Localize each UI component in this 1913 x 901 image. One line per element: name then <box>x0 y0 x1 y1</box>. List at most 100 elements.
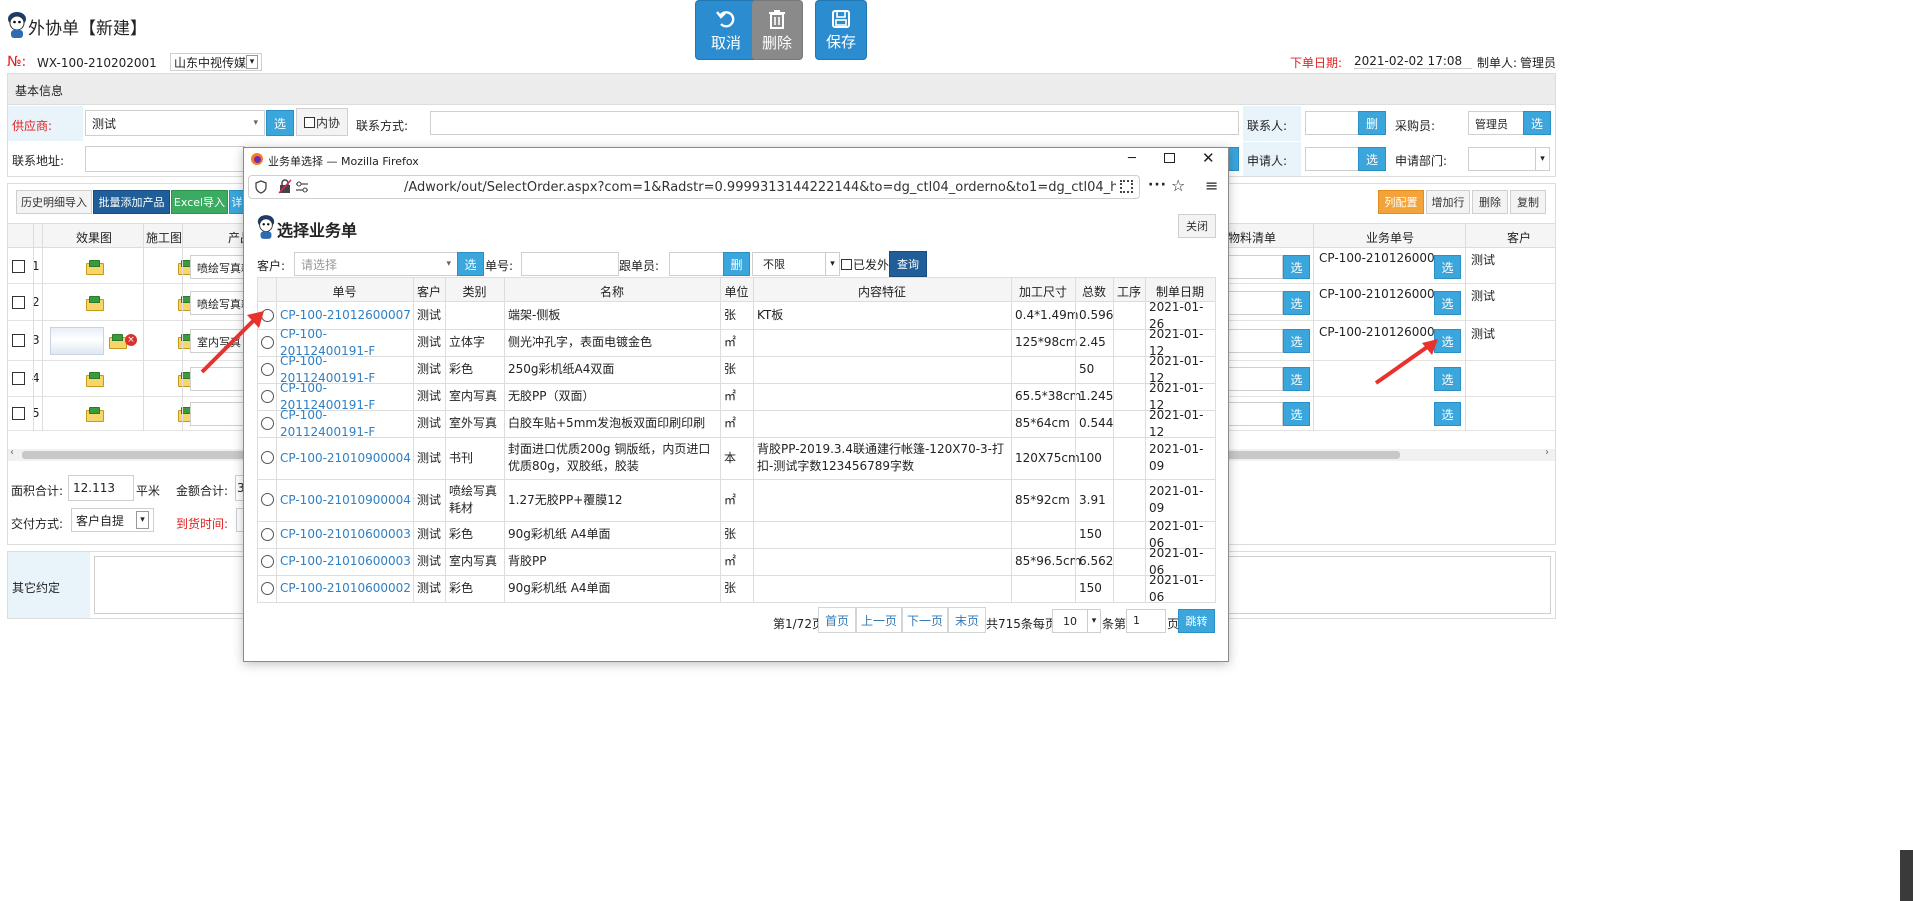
row-checkbox[interactable] <box>12 407 25 420</box>
effect-image-thumbnail[interactable] <box>50 327 104 355</box>
filter-customer-select[interactable]: 请选择 ▾ <box>294 252 458 276</box>
apply-dept-select[interactable]: ▾ <box>1468 147 1550 171</box>
history-import-button[interactable]: 历史明细导入 <box>16 190 92 214</box>
row-material-list-input[interactable] <box>1221 367 1283 391</box>
effect-image-upload-icon[interactable] <box>85 372 104 387</box>
filter-shipped-checkbox[interactable] <box>841 259 852 270</box>
company-select[interactable]: 山东中视传媒 ▾ <box>170 53 262 71</box>
scroll-left-arrow-icon[interactable]: ‹ <box>10 447 14 458</box>
purchaser-select-button[interactable]: 选 <box>1523 111 1551 135</box>
order-table-grid-line <box>753 278 754 602</box>
purchaser-input[interactable]: 管理员 <box>1468 111 1524 135</box>
filter-limit-select[interactable]: 不限 ▾ <box>752 252 840 276</box>
order-select-radio[interactable] <box>261 528 274 541</box>
delete-image-icon[interactable]: × <box>125 334 137 346</box>
add-row-button[interactable]: 增加行 <box>1426 190 1470 214</box>
batch-add-button[interactable]: 批量添加产品 <box>93 190 170 214</box>
order-cell-no[interactable]: CP-100-21010600003 <box>280 521 411 548</box>
order-cell-no[interactable]: CP-100-21010900004 <box>280 479 411 521</box>
applicant-select-button[interactable]: 选 <box>1358 147 1386 171</box>
row-product-input[interactable]: 喷绘写真耗 <box>190 255 246 279</box>
filter-follower-delete-button[interactable]: 删 <box>723 252 750 276</box>
contact-person-delete-button[interactable]: 删 <box>1358 111 1386 135</box>
scroll-right-arrow-icon[interactable]: › <box>1545 447 1549 458</box>
delete-row-button[interactable]: 删除 <box>1472 190 1508 214</box>
contact-person-input[interactable] <box>1305 111 1360 135</box>
order-cell-category <box>449 302 502 329</box>
filter-follower-input[interactable] <box>669 252 724 276</box>
order-select-radio[interactable] <box>261 582 274 595</box>
hamburger-menu-icon[interactable]: ≡ <box>1205 176 1218 195</box>
qr-code-icon[interactable] <box>1120 180 1133 193</box>
order-cell-no[interactable]: CP-100-21010600002 <box>280 575 411 602</box>
close-icon[interactable]: ✕ <box>1202 149 1215 167</box>
maximize-icon[interactable] <box>1164 153 1175 163</box>
area-total-input[interactable]: 12.113 <box>68 475 134 501</box>
order-select-radio[interactable] <box>261 451 274 464</box>
supplier-select-button[interactable]: 选 <box>266 110 294 136</box>
order-cell-process <box>1117 356 1143 383</box>
query-button[interactable]: 查询 <box>889 251 927 277</box>
order-select-radio[interactable] <box>261 493 274 506</box>
row-checkbox[interactable] <box>12 296 25 309</box>
row-product-input[interactable] <box>190 402 246 426</box>
order-select-radio[interactable] <box>261 390 274 403</box>
permissions-icon[interactable] <box>295 181 309 193</box>
trash-icon <box>769 9 785 29</box>
applicant-input[interactable] <box>1305 147 1360 171</box>
row-material-select-button[interactable]: 选 <box>1283 291 1310 315</box>
row-business-select-button[interactable]: 选 <box>1434 255 1461 279</box>
order-select-radio[interactable] <box>261 555 274 568</box>
order-select-radio[interactable] <box>261 417 274 430</box>
row-material-select-button[interactable]: 选 <box>1283 402 1310 426</box>
row-business-select-button[interactable]: 选 <box>1434 402 1461 426</box>
row-material-list-input[interactable] <box>1221 329 1283 353</box>
pager-first-button[interactable]: 首页 <box>818 607 856 633</box>
pager-next-button[interactable]: 下一页 <box>902 607 948 633</box>
column-config-button[interactable]: 列配置 <box>1378 190 1424 214</box>
copy-row-button[interactable]: 复制 <box>1510 190 1546 214</box>
other-agreement-label: 其它约定 <box>12 581 61 595</box>
internal-toggle[interactable]: 内协 <box>296 108 348 136</box>
delivery-select[interactable]: 客户自提 ▾ <box>71 508 154 532</box>
row-material-select-button[interactable]: 选 <box>1283 329 1310 353</box>
pager-prev-button[interactable]: 上一页 <box>856 607 902 633</box>
save-button[interactable]: 保存 <box>815 0 867 60</box>
filter-customer-select-button[interactable]: 选 <box>457 252 484 276</box>
popup-close-button[interactable]: 关闭 <box>1178 214 1216 238</box>
effect-image-upload-icon[interactable] <box>108 334 127 349</box>
cancel-button[interactable]: 取消 <box>695 0 757 60</box>
bookmark-star-icon[interactable]: ☆ <box>1171 176 1185 195</box>
filter-order-no-input[interactable] <box>521 252 619 276</box>
order-date-field[interactable]: 2021-02-02 17:08 <box>1354 54 1472 69</box>
pager-goto-button[interactable]: 跳转 <box>1178 609 1215 633</box>
row-material-list-input[interactable] <box>1221 291 1283 315</box>
order-cell-no[interactable]: CP-100-21010600003 <box>280 548 411 575</box>
minimize-icon[interactable]: ─ <box>1128 151 1136 166</box>
row-material-list-input[interactable] <box>1221 402 1283 426</box>
delete-button[interactable]: 删除 <box>751 0 803 60</box>
more-options-icon[interactable]: ··· <box>1148 177 1167 193</box>
effect-image-upload-icon[interactable] <box>85 407 104 422</box>
row-business-select-button[interactable]: 选 <box>1434 291 1461 315</box>
pager-page-size-select[interactable]: 10 ▾ <box>1052 609 1101 633</box>
order-cell-no[interactable]: CP-100-20112400191-F <box>280 408 411 439</box>
popup-url[interactable]: /Adwork/out/SelectOrder.aspx?com=1&Radst… <box>404 180 1116 195</box>
order-cell-no[interactable]: CP-100-21010900004 <box>280 437 411 479</box>
row-material-select-button[interactable]: 选 <box>1283 255 1310 279</box>
filter-shipped-toggle[interactable]: 已发外 <box>841 256 889 273</box>
pager-goto-input[interactable]: 1 <box>1126 609 1166 633</box>
internal-checkbox[interactable] <box>303 116 315 128</box>
row-checkbox[interactable] <box>12 372 25 385</box>
row-checkbox[interactable] <box>12 334 25 347</box>
effect-image-upload-icon[interactable] <box>85 260 104 275</box>
contact-method-input[interactable] <box>430 111 1239 135</box>
supplier-select[interactable]: 测试 ▾ <box>85 110 265 136</box>
row-material-select-button[interactable]: 选 <box>1283 367 1310 391</box>
excel-import-button[interactable]: Excel导入 <box>171 190 228 214</box>
address-input[interactable] <box>85 146 245 172</box>
pager-last-button[interactable]: 末页 <box>948 607 986 633</box>
row-material-list-input[interactable] <box>1221 255 1283 279</box>
row-checkbox[interactable] <box>12 260 25 273</box>
effect-image-upload-icon[interactable] <box>85 296 104 311</box>
